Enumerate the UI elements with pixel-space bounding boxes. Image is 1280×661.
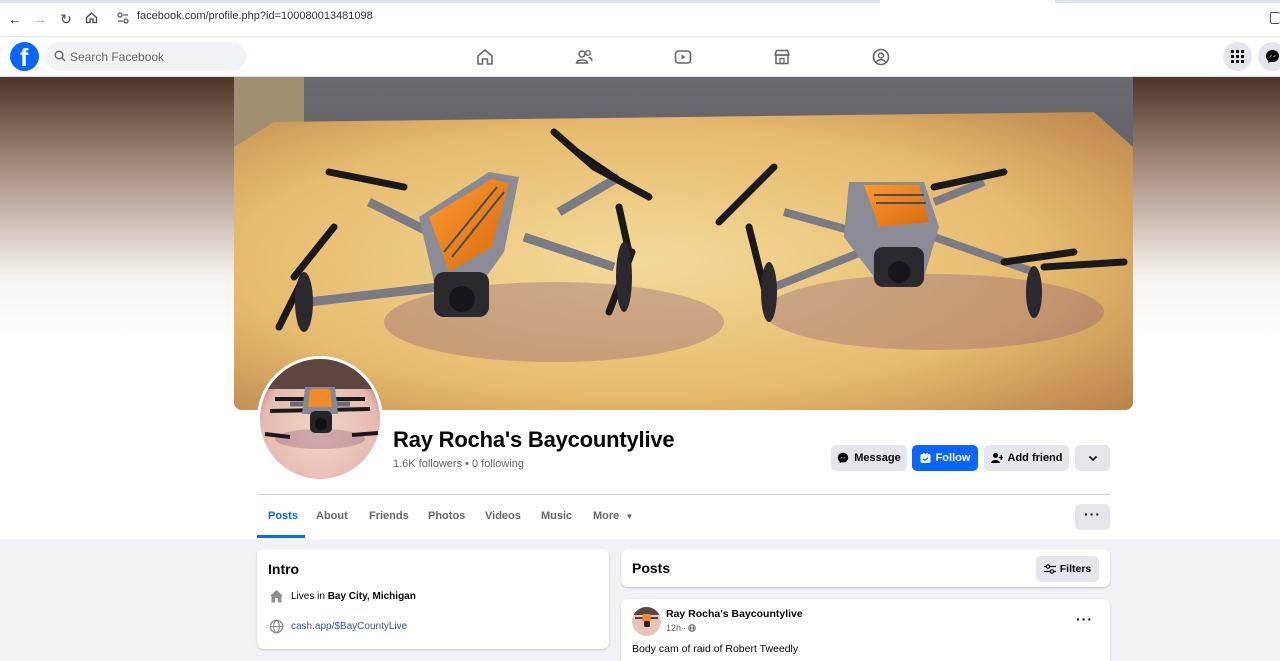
- tab-more[interactable]: More ▼: [593, 510, 633, 522]
- posts-title: Posts: [632, 560, 671, 576]
- home-browser-icon[interactable]: [83, 11, 99, 27]
- facebook-header: f Search Facebook: [0, 37, 1280, 77]
- profile-options-button[interactable]: [1075, 445, 1110, 471]
- globe-icon: [688, 624, 696, 632]
- add-friend-icon: [990, 453, 1003, 463]
- tab-photos[interactable]: Photos: [428, 510, 465, 522]
- filters-button[interactable]: Filters: [1036, 556, 1099, 582]
- tab-about[interactable]: About: [316, 510, 348, 522]
- post-text: Body cam of raid of Robert Tweedly: [632, 643, 799, 655]
- post-meta-separator: ·: [683, 623, 687, 633]
- message-button[interactable]: Message: [831, 445, 907, 471]
- website-link[interactable]: cash.app/$BayCountyLive: [291, 621, 407, 632]
- facebook-logo[interactable]: f: [10, 42, 39, 71]
- groups-icon[interactable]: [871, 47, 891, 67]
- follow-icon: [920, 452, 931, 463]
- add-friend-label: Add friend: [1007, 452, 1063, 464]
- follow-button[interactable]: Follow: [912, 445, 978, 471]
- marketplace-icon[interactable]: [772, 47, 792, 67]
- friends-icon[interactable]: [574, 47, 594, 67]
- follow-label: Follow: [935, 452, 971, 464]
- cover-photo[interactable]: [234, 77, 1133, 410]
- menu-grid-button[interactable]: [1223, 42, 1252, 71]
- messenger-icon: [838, 452, 849, 464]
- intro-website: cash.app/$BayCountyLive: [269, 619, 407, 634]
- tab-music[interactable]: Music: [541, 510, 572, 522]
- filters-label: Filters: [1059, 563, 1092, 575]
- profile-name: Ray Rocha's Baycountylive: [393, 427, 675, 452]
- tab-posts[interactable]: Posts: [268, 510, 298, 522]
- browser-tabstrip: [0, 0, 1280, 3]
- chevron-down-icon: [1088, 455, 1097, 462]
- ellipsis-icon: ···: [1076, 611, 1093, 627]
- post-time[interactable]: 12h: [666, 623, 681, 633]
- lives-in-place[interactable]: Bay City, Michigan: [328, 591, 416, 602]
- site-settings-icon[interactable]: [116, 11, 130, 25]
- profile-avatar[interactable]: [257, 356, 383, 482]
- messenger-button[interactable]: [1258, 42, 1280, 71]
- video-icon[interactable]: [673, 47, 693, 67]
- post-options-button[interactable]: ···: [1076, 611, 1093, 627]
- reload-icon[interactable]: ↻: [58, 11, 74, 27]
- message-label: Message: [854, 452, 901, 464]
- address-bar[interactable]: facebook.com/profile.php?id=100080013481…: [137, 10, 373, 22]
- search-input[interactable]: Search Facebook: [45, 42, 246, 71]
- active-tab-indicator: [257, 535, 305, 538]
- intro-lives-in: Lives in Bay City, Michigan: [269, 589, 416, 603]
- add-friend-button[interactable]: Add friend: [984, 445, 1069, 471]
- globe-icon: [269, 619, 284, 634]
- more-options-button[interactable]: ···: [1075, 504, 1110, 530]
- search-icon: [54, 50, 66, 62]
- home-icon[interactable]: [475, 47, 495, 67]
- post-author-avatar[interactable]: [632, 607, 661, 636]
- post-meta: 12h ·: [666, 623, 696, 633]
- grid-icon: [1231, 50, 1244, 63]
- profile-divider: [257, 494, 1110, 495]
- tab-videos[interactable]: Videos: [485, 510, 521, 522]
- lives-in-prefix: Lives in: [291, 590, 325, 602]
- tab-friends[interactable]: Friends: [369, 510, 409, 522]
- tab-more-label: More: [593, 510, 620, 522]
- posts-header-card: Posts Filters: [621, 549, 1110, 587]
- caret-down-icon: ▼: [625, 512, 634, 521]
- cast-icon[interactable]: [1270, 12, 1280, 24]
- intro-title: Intro: [268, 561, 300, 577]
- filter-sliders-icon: [1043, 564, 1056, 574]
- intro-card: Intro Lives in Bay City, Michigan cash.a…: [257, 549, 609, 649]
- ellipsis-icon: ···: [1084, 506, 1101, 522]
- back-icon[interactable]: ←: [7, 11, 23, 27]
- browser-toolbar: ← → ↻ facebook.com/profile.php?id=100080…: [0, 0, 1280, 37]
- forward-icon[interactable]: →: [32, 11, 48, 27]
- post-author-name[interactable]: Ray Rocha's Baycountylive: [666, 608, 803, 620]
- search-placeholder: Search Facebook: [70, 50, 165, 64]
- follower-count[interactable]: 1.6K followers • 0 following: [393, 458, 524, 470]
- post-card: Ray Rocha's Baycountylive 12h · ··· Body…: [621, 599, 1110, 661]
- house-icon: [270, 590, 283, 603]
- messenger-icon: [1266, 50, 1279, 63]
